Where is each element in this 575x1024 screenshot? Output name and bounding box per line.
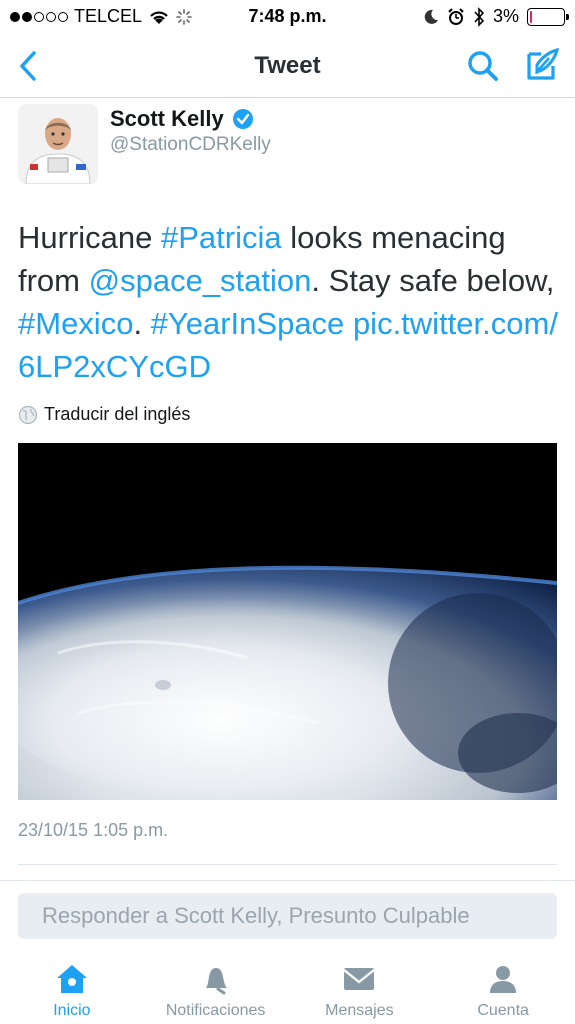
mention-link-space-station[interactable]: @space_station xyxy=(89,263,312,298)
bell-icon xyxy=(205,968,227,995)
tab-messages[interactable]: Mensajes xyxy=(288,950,432,1024)
status-right: 3% xyxy=(423,6,569,27)
translate-button[interactable]: Traducir del inglés xyxy=(18,404,190,425)
tweet-text-part: . Stay safe below, xyxy=(311,263,555,298)
tab-home[interactable]: Inicio xyxy=(0,950,144,1024)
tab-account-label: Cuenta xyxy=(477,1002,529,1019)
tab-account[interactable]: Cuenta xyxy=(431,950,575,1024)
bluetooth-icon xyxy=(474,6,485,27)
tweet-media-image[interactable] xyxy=(18,443,557,800)
hashtag-link-yearinspace[interactable]: #YearInSpace xyxy=(151,306,345,341)
search-button[interactable] xyxy=(465,48,505,88)
verified-badge-icon xyxy=(232,109,253,129)
hashtag-link-mexico[interactable]: #Mexico xyxy=(18,306,133,341)
divider xyxy=(18,864,557,865)
tweet-text-part: Hurricane xyxy=(18,220,161,255)
compose-icon xyxy=(527,47,560,80)
battery-level xyxy=(530,10,532,23)
home-icon xyxy=(56,965,87,993)
tab-home-label: Inicio xyxy=(53,1002,91,1019)
nav-bar: Tweet xyxy=(0,34,575,98)
tab-messages-label: Mensajes xyxy=(325,1002,394,1019)
tab-notifications[interactable]: Notificaciones xyxy=(144,950,288,1024)
tweet-text-part: . xyxy=(133,306,151,341)
user-name-row[interactable]: Scott Kelly xyxy=(110,106,254,132)
hashtag-link-patricia[interactable]: #Patricia xyxy=(161,220,282,255)
battery-icon xyxy=(527,7,569,26)
moon-icon xyxy=(424,9,438,24)
reply-input[interactable]: Responder a Scott Kelly, Presunto Culpab… xyxy=(18,893,557,939)
envelope-icon xyxy=(343,968,376,990)
reply-bar: Responder a Scott Kelly, Presunto Culpab… xyxy=(0,880,575,950)
avatar[interactable] xyxy=(18,104,98,184)
status-bar: TELCEL 7:48 p.m. 3% xyxy=(0,0,575,34)
globe-icon xyxy=(18,405,38,424)
user-name: Scott Kelly xyxy=(110,106,224,131)
user-handle[interactable]: @StationCDRKelly xyxy=(110,134,271,156)
alarm-icon xyxy=(448,7,464,25)
translate-label: Traducir del inglés xyxy=(44,404,191,424)
compose-button[interactable] xyxy=(523,46,563,86)
tweet-text-part xyxy=(344,306,353,341)
person-icon xyxy=(490,966,517,993)
tab-notifications-label: Notificaciones xyxy=(165,1002,266,1019)
tweet-text: Hurricane #Patricia looks menacing from … xyxy=(18,216,558,388)
battery-percent: 3% xyxy=(492,6,519,26)
tweet-timestamp: 23/10/15 1:05 p.m. xyxy=(18,820,169,840)
tab-bar: Inicio Notificaciones Mensajes Cuenta xyxy=(0,950,575,1024)
search-icon xyxy=(468,51,498,81)
